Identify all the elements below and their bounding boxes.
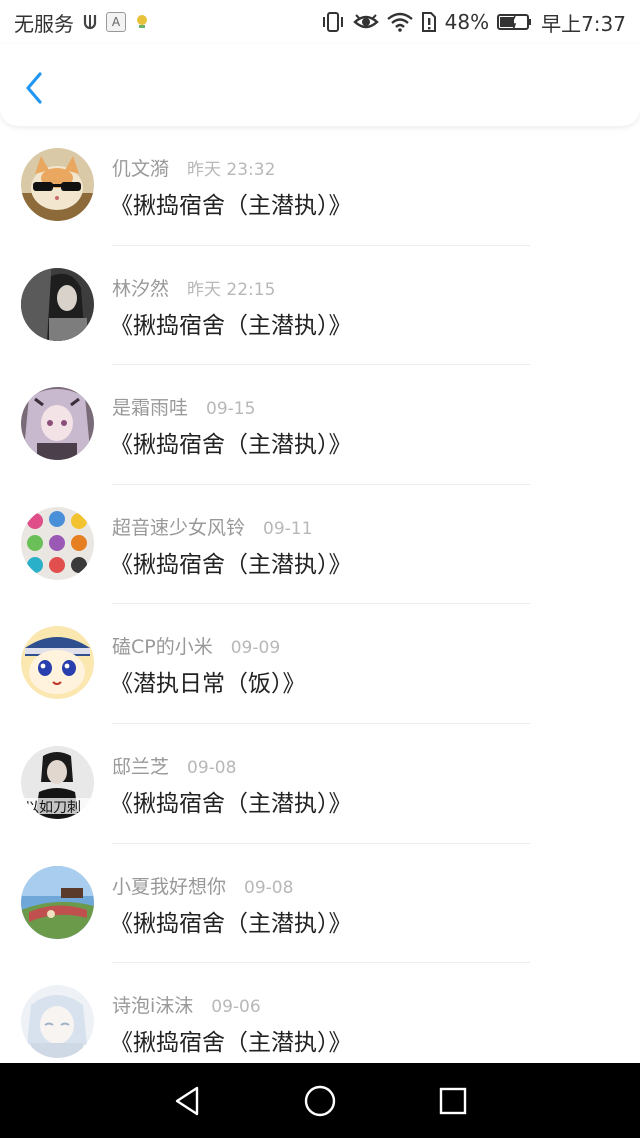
nav-back-button[interactable] — [165, 1079, 209, 1123]
item-meta: 是霜雨哇 09-15 — [112, 393, 255, 420]
list-item[interactable]: 林汐然 昨天 22:15 《揪捣宿舍（主潜执）》 — [0, 246, 640, 366]
sim-alert-icon — [421, 11, 437, 33]
list-item[interactable]: 诗泡i沫沫 09-06 《揪捣宿舍（主潜执）》 — [0, 963, 640, 1063]
list-item[interactable]: 磕CP的小米 09-09 《潜执日常（饭）》 — [0, 604, 640, 724]
usb-icon — [82, 13, 98, 31]
avatar[interactable] — [21, 387, 94, 461]
item-meta: 仉文漪 昨天 23:32 — [112, 154, 275, 181]
item-meta: 林汐然 昨天 22:15 — [112, 274, 275, 301]
timestamp: 09-15 — [206, 399, 256, 420]
timestamp: 09-09 — [230, 638, 281, 659]
work-title[interactable]: 《揪捣宿舍（主潜执）》 — [110, 904, 352, 938]
battery-icon — [497, 12, 533, 32]
work-title[interactable]: 《揪捣宿舍（主潜执）》 — [110, 545, 352, 579]
timestamp: 09-11 — [263, 518, 313, 539]
avatar[interactable] — [21, 506, 94, 580]
avatar[interactable] — [21, 626, 94, 700]
work-title[interactable]: 《揪捣宿舍（主潜执）》 — [110, 425, 352, 459]
notification-icon — [134, 13, 150, 31]
avatar[interactable] — [21, 985, 94, 1059]
home-circle-icon — [304, 1085, 336, 1116]
carrier-text: 无服务 — [14, 11, 74, 36]
timestamp: 09-08 — [244, 877, 294, 898]
battery-percent: 48% — [444, 10, 490, 34]
sender-name: 是霜雨哇 — [112, 397, 189, 420]
svg-text:以如刀刺: 以如刀刺 — [25, 800, 81, 816]
sender-name: 超音速少女风铃 — [112, 516, 246, 539]
nav-home-button[interactable] — [298, 1079, 342, 1123]
chevron-left-icon — [26, 72, 42, 104]
back-triangle-icon — [175, 1086, 198, 1115]
list-item[interactable]: 以如刀刺 邸兰芝 09-08 《揪捣宿舍（主潜执）》 — [0, 724, 640, 844]
timestamp: 09-06 — [211, 997, 261, 1018]
avatar[interactable] — [21, 267, 94, 341]
screen: 无服务 A 48% 早上7:37 仉文漪 昨天 23:32 《揪捣宿舍（主潜执）… — [0, 0, 640, 1138]
sender-name: 诗泡i沫沫 — [112, 995, 194, 1018]
timestamp: 昨天 22:15 — [187, 279, 276, 300]
item-meta: 超音速少女风铃 09-11 — [112, 513, 312, 540]
status-bar: 无服务 A 48% 早上7:37 — [0, 0, 640, 44]
avatar[interactable]: 以如刀刺 — [21, 745, 94, 819]
sender-name: 磕CP的小米 — [112, 636, 213, 659]
recents-square-icon — [440, 1087, 467, 1114]
status-right: 48% 早上7:37 — [321, 8, 626, 37]
nav-recents-button[interactable] — [431, 1079, 475, 1123]
list-item[interactable]: 小夏我好想你 09-08 《揪捣宿舍（主潜执）》 — [0, 844, 640, 964]
timestamp: 昨天 23:32 — [187, 160, 276, 180]
back-button[interactable] — [18, 70, 50, 106]
item-meta: 邸兰芝 09-08 — [112, 752, 236, 779]
avatar[interactable] — [21, 865, 94, 939]
list-item[interactable]: 是霜雨哇 09-15 《揪捣宿舍（主潜执）》 — [0, 365, 640, 485]
message-list: 仉文漪 昨天 23:32 《揪捣宿舍（主潜执）》 林汐然 昨天 22:15 《揪… — [0, 126, 640, 1063]
work-title[interactable]: 《揪捣宿舍（主潜执）》 — [110, 784, 352, 818]
timestamp: 09-08 — [187, 757, 237, 778]
sender-name: 小夏我好想你 — [112, 875, 227, 898]
work-title[interactable]: 《揪捣宿舍（主潜执）》 — [110, 1023, 352, 1057]
system-nav-bar — [0, 1063, 640, 1138]
clock-time: 早上7:37 — [541, 11, 626, 36]
item-meta: 小夏我好想你 09-08 — [112, 872, 293, 899]
sender-name: 仉文漪 — [112, 158, 170, 180]
work-title[interactable]: 《潜执日常（饭）》 — [110, 664, 306, 698]
status-left: 无服务 A — [14, 8, 150, 37]
wifi-icon — [386, 12, 413, 32]
sender-name: 邸兰芝 — [112, 755, 170, 778]
avatar[interactable] — [21, 148, 94, 221]
top-header — [0, 44, 640, 126]
item-meta: 诗泡i沫沫 09-06 — [112, 991, 261, 1018]
a-badge-icon: A — [106, 12, 126, 32]
vibrate-icon — [321, 11, 345, 33]
eye-icon — [352, 12, 379, 32]
list-item[interactable]: 超音速少女风铃 09-11 《揪捣宿舍（主潜执）》 — [0, 485, 640, 605]
work-title[interactable]: 《揪捣宿舍（主潜执）》 — [110, 306, 352, 340]
sender-name: 林汐然 — [112, 277, 170, 300]
item-meta: 磕CP的小米 09-09 — [112, 632, 280, 659]
work-title[interactable]: 《揪捣宿舍（主潜执）》 — [110, 186, 352, 220]
list-item[interactable]: 仉文漪 昨天 23:32 《揪捣宿舍（主潜执）》 — [0, 126, 640, 246]
